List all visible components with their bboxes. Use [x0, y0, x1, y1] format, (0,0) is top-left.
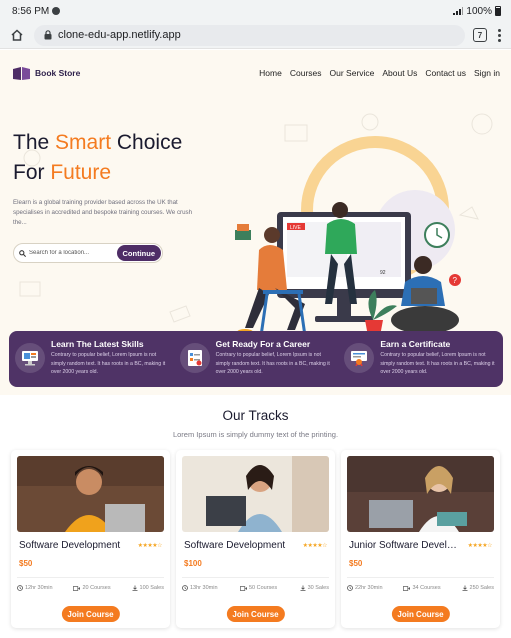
course-thumbnail	[182, 456, 329, 532]
lock-icon	[44, 30, 52, 40]
live-badge: LIVE	[290, 225, 302, 231]
feature-learn-skills: Learn The Latest Skills Contrary to popu…	[9, 331, 174, 387]
join-course-button[interactable]: Join Course	[61, 606, 120, 622]
card-divider	[182, 577, 329, 578]
course-price: $50	[19, 559, 33, 568]
tracks-subtitle: Lorem Ipsum is simply dummy text of the …	[172, 430, 339, 439]
hero-description: Elearn is a global training provider bas…	[13, 199, 193, 226]
course-meta: 13hr 30min 50 Courses 30 Sales	[182, 585, 329, 591]
duration: 12hr 30min	[17, 585, 53, 591]
track-card[interactable]: Software Development ★★★★☆ $50 12hr 30mi…	[11, 450, 170, 628]
course-meta: 12hr 30min 20 Courses 100 Sales	[17, 585, 164, 591]
feature-text: Contrary to popular belief, Lorem Ipsum …	[380, 352, 495, 375]
rating-stars: ★★★★☆	[467, 543, 493, 549]
address-bar[interactable]: clone-edu-app.netlify.app	[34, 24, 465, 46]
track-cards: Software Development ★★★★☆ $50 12hr 30mi…	[11, 450, 506, 630]
url-text: clone-edu-app.netlify.app	[58, 29, 181, 41]
download-icon	[300, 585, 306, 591]
card-divider	[347, 577, 494, 578]
hero-section: Book Store Home Courses Our Service Abou…	[0, 50, 511, 395]
duration: 13hr 30min	[182, 585, 218, 591]
feature-career: Get Ready For a Career Contrary to popul…	[174, 331, 339, 387]
nav-links: Home Courses Our Service About Us Contac…	[259, 68, 500, 78]
home-icon[interactable]	[8, 26, 26, 44]
sales-count: 250 Sales	[462, 585, 494, 591]
download-icon	[462, 585, 468, 591]
clock-icon	[347, 585, 353, 591]
menu-icon[interactable]	[495, 28, 503, 42]
location-search-input[interactable]	[29, 250, 119, 256]
brand[interactable]: Book Store	[12, 66, 80, 81]
notification-icon	[52, 7, 61, 15]
courses-count: 34 Courses	[403, 585, 441, 591]
signal-icon	[453, 7, 464, 15]
certificate-icon	[344, 343, 375, 373]
hero-title-accent-future: Future	[50, 161, 112, 184]
track-card[interactable]: Junior Software Developer ★★★★☆ $50 22hr…	[341, 450, 500, 628]
location-search: Continue	[13, 243, 163, 263]
video-icon	[73, 585, 81, 591]
download-icon	[132, 585, 138, 591]
battery-icon	[495, 6, 501, 16]
course-meta: 22hr 30min 34 Courses 250 Sales	[347, 585, 494, 591]
feature-text: Contrary to popular belief, Lorem Ipsum …	[51, 352, 166, 375]
checklist-icon	[179, 343, 210, 373]
courses-count: 20 Courses	[73, 585, 111, 591]
courses-count: 50 Courses	[239, 585, 277, 591]
search-icon	[19, 249, 26, 257]
nav-link-sign-in[interactable]: Sign in	[474, 68, 500, 78]
hero-title-accent-smart: Smart	[55, 131, 112, 154]
video-icon	[239, 585, 247, 591]
question-mark-icon: ?	[453, 276, 458, 285]
video-icon	[403, 585, 411, 591]
duration: 22hr 30min	[347, 585, 383, 591]
web-page: Book Store Home Courses Our Service Abou…	[0, 50, 511, 638]
hero-title: The Smart Choice For Future	[13, 131, 183, 184]
course-title[interactable]: Software Development	[19, 540, 127, 551]
course-thumbnail	[17, 456, 164, 532]
features-band: Learn The Latest Skills Contrary to popu…	[9, 331, 503, 387]
feature-text: Contrary to popular belief, Lorem Ipsum …	[215, 352, 330, 375]
join-course-button[interactable]: Join Course	[391, 606, 450, 622]
tracks-title: Our Tracks	[222, 408, 289, 423]
nav-link-courses[interactable]: Courses	[290, 68, 322, 78]
clock-icon	[17, 585, 23, 591]
browser-toolbar: clone-edu-app.netlify.app 7	[0, 22, 511, 49]
brand-name: Book Store	[35, 68, 81, 78]
site-navbar: Book Store Home Courses Our Service Abou…	[0, 50, 511, 96]
course-title[interactable]: Junior Software Developer	[349, 540, 457, 551]
tab-switcher-button[interactable]: 7	[473, 28, 487, 42]
sales-count: 30 Sales	[300, 585, 329, 591]
continue-button[interactable]: Continue	[116, 245, 161, 261]
sales-count: 100 Sales	[132, 585, 164, 591]
feature-title: Earn a Certificate	[380, 339, 451, 349]
feature-title: Learn The Latest Skills	[51, 339, 144, 349]
status-bar: 8:56 PM 100%	[0, 0, 511, 22]
rating-stars: ★★★★☆	[302, 543, 328, 549]
nav-link-contact-us[interactable]: Contact us	[425, 68, 466, 78]
course-price: $50	[349, 559, 363, 568]
clock-icon	[182, 585, 188, 591]
viewer-count: 92	[380, 270, 386, 276]
nav-link-about-us[interactable]: About Us	[382, 68, 417, 78]
track-card[interactable]: Software Development ★★★★☆ $100 13hr 30m…	[176, 450, 335, 628]
join-course-button[interactable]: Join Course	[226, 606, 285, 622]
book-logo-icon	[13, 66, 30, 80]
nav-link-home[interactable]: Home	[259, 68, 282, 78]
course-title[interactable]: Software Development	[184, 540, 292, 551]
course-price: $100	[184, 559, 202, 568]
rating-stars: ★★★★☆	[137, 543, 163, 549]
feature-certificate: Earn a Certificate Contrary to popular b…	[338, 331, 503, 387]
monitor-icon	[15, 343, 45, 373]
battery-percent: 100%	[466, 5, 492, 17]
nav-link-our-service[interactable]: Our Service	[330, 68, 375, 78]
feature-title: Get Ready For a Career	[215, 339, 311, 349]
card-divider	[17, 577, 164, 578]
clock: 8:56 PM	[12, 5, 50, 17]
course-thumbnail	[347, 456, 494, 532]
